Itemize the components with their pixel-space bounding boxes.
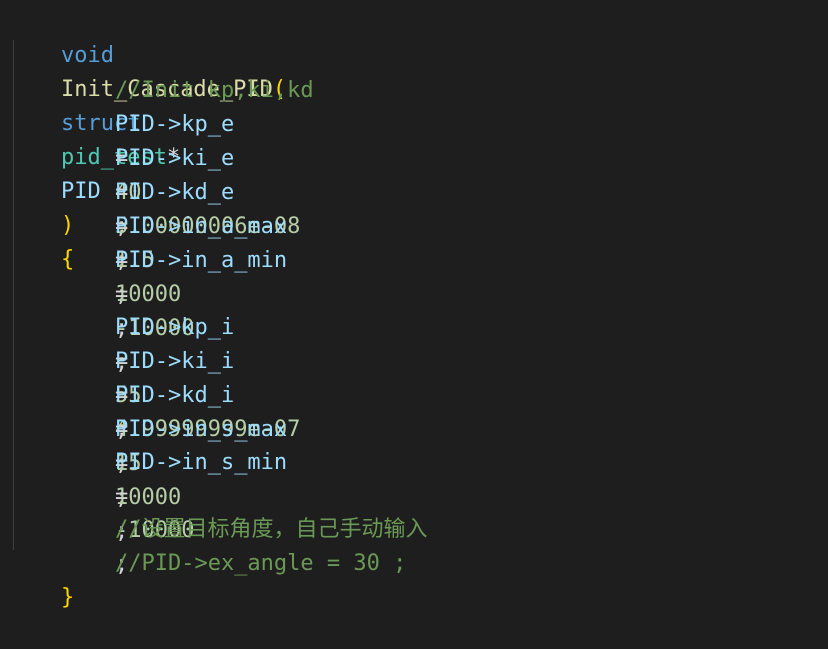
assignment-line[interactable]: PID->in_a_min = -10000 ; [8, 210, 287, 375]
assignment-line[interactable]: PID->ki_i = 4.99999999e-07 ; [8, 311, 300, 476]
assignment-line[interactable]: PID->in_a_max = 10000 ; [8, 176, 287, 341]
assignment-line[interactable]: PID->in_s_max = 10000 ; [8, 379, 287, 544]
code-editor[interactable]: void Init_Cascade_PID( struct pid_test* … [0, 0, 828, 610]
function-signature-line[interactable]: void Init_Cascade_PID( struct pid_test* … [8, 5, 286, 272]
ex-angle-comment: //PID->ex_angle = 30 ; [114, 551, 407, 576]
assignment-line[interactable]: PID->kd_e = 1.5 ; [8, 142, 234, 307]
close-brace: } [60, 585, 75, 610]
assignment-line[interactable]: PID->kp_e = 40 ; [8, 74, 234, 239]
closing-brace-line[interactable]: } [8, 547, 74, 610]
assignment-line[interactable]: PID->kd_i = 15 ; [8, 345, 234, 510]
assignment-line[interactable]: PID->in_s_min = -10000 ; [8, 412, 287, 577]
comment-line[interactable]: //PID->ex_angle = 30 ; [8, 513, 406, 576]
assignment-lhs: PID->in_a_min [114, 248, 288, 273]
assignment-line[interactable]: PID->kp_i = 55 ; [8, 277, 234, 442]
assignment-lhs: PID->in_s_min [114, 450, 288, 475]
comment-line[interactable]: //Init kp,ki,kd [8, 40, 314, 103]
comment-line[interactable]: //设置目标角度，自己手动输入 [8, 479, 428, 542]
assignment-line[interactable]: PID->ki_e = 5.00000006e-08 ; [8, 108, 300, 273]
